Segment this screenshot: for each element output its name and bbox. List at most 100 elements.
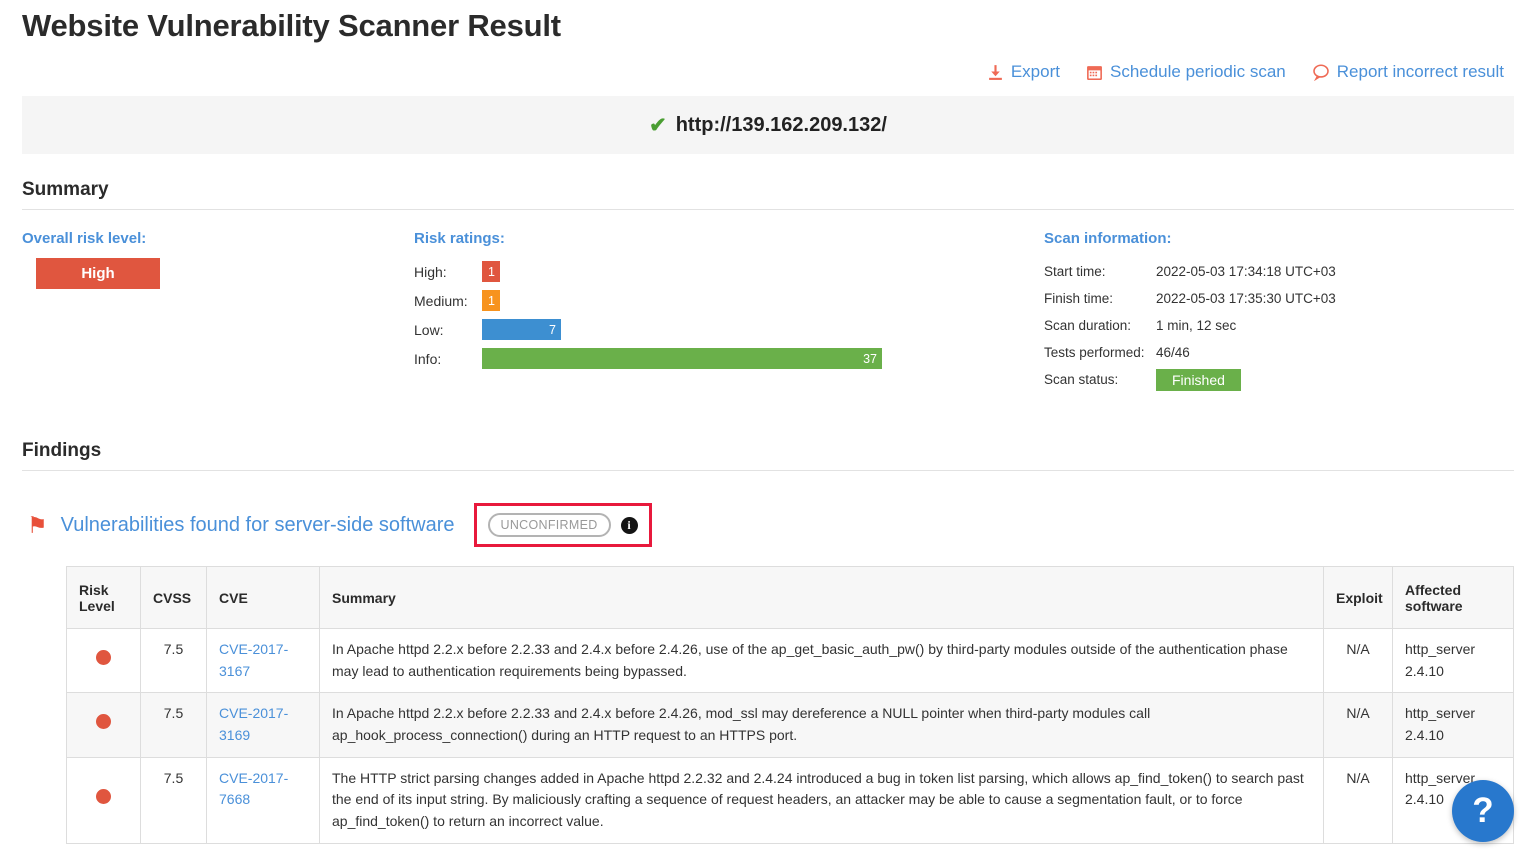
column-header-exploit: Exploit xyxy=(1324,567,1393,629)
target-url-bar: ✔ http://139.162.209.132/ xyxy=(22,96,1514,154)
cell-cve: CVE-2017-3167 xyxy=(207,629,320,693)
flag-icon: ⚑ xyxy=(27,514,48,537)
scan-row-start-time: Start time: 2022-05-03 17:34:18 UTC+03 xyxy=(1044,258,1514,285)
rating-label-medium: Medium: xyxy=(414,293,482,309)
cell-affected-software: http_server 2.4.10 xyxy=(1393,629,1514,693)
findings-table: Risk Level CVSS CVE Summary Exploit Affe… xyxy=(66,566,1514,844)
summary-grid: Overall risk level: High Risk ratings: H… xyxy=(22,230,1514,393)
rating-bar-medium: 1 xyxy=(482,290,500,311)
finding-group-header: ⚑ Vulnerabilities found for server-side … xyxy=(22,503,1514,547)
findings-divider xyxy=(22,470,1514,471)
check-icon: ✔ xyxy=(649,115,667,136)
export-button[interactable]: Export xyxy=(987,62,1060,82)
cell-risk-level xyxy=(67,629,141,693)
rating-bar-info: 37 xyxy=(482,348,882,369)
table-header-row: Risk Level CVSS CVE Summary Exploit Affe… xyxy=(67,567,1514,629)
target-url: http://139.162.209.132/ xyxy=(676,114,887,137)
findings-heading: Findings xyxy=(22,440,1514,462)
scan-information-column: Scan information: Start time: 2022-05-03… xyxy=(1044,230,1514,393)
risk-ratings-label: Risk ratings: xyxy=(414,230,1044,247)
cve-link[interactable]: CVE-2017-3167 xyxy=(219,641,288,679)
cell-cvss: 7.5 xyxy=(141,629,207,693)
scan-value-tests-performed: 46/46 xyxy=(1156,345,1190,360)
column-header-summary: Summary xyxy=(320,567,1324,629)
status-badge: Finished xyxy=(1156,369,1241,391)
schedule-periodic-scan-button[interactable]: Schedule periodic scan xyxy=(1086,62,1286,82)
report-incorrect-result-label: Report incorrect result xyxy=(1337,62,1504,82)
cell-cvss: 7.5 xyxy=(141,693,207,757)
cell-risk-level xyxy=(67,757,141,843)
scan-information-rows: Start time: 2022-05-03 17:34:18 UTC+03 F… xyxy=(1044,258,1514,393)
rating-row-info: Info: 37 xyxy=(414,345,1044,372)
scan-key-tests-performed: Tests performed: xyxy=(1044,345,1156,360)
page-container: Website Vulnerability Scanner Result Exp… xyxy=(0,8,1536,844)
overall-risk-badge: High xyxy=(36,258,160,289)
risk-ratings-column: Risk ratings: High: 1 Medium: 1 Low: 7 xyxy=(414,230,1044,374)
summary-heading: Summary xyxy=(22,179,1514,201)
comment-icon xyxy=(1312,63,1330,81)
findings-section: Findings ⚑ Vulnerabilities found for ser… xyxy=(22,440,1514,844)
report-incorrect-result-button[interactable]: Report incorrect result xyxy=(1312,62,1504,82)
scan-row-scan-duration: Scan duration: 1 min, 12 sec xyxy=(1044,312,1514,339)
cell-cve: CVE-2017-7668 xyxy=(207,757,320,843)
rating-row-medium: Medium: 1 xyxy=(414,287,1044,314)
table-row: 7.5 CVE-2017-7668 The HTTP strict parsin… xyxy=(67,757,1514,843)
cell-exploit: N/A xyxy=(1324,629,1393,693)
schedule-periodic-scan-label: Schedule periodic scan xyxy=(1110,62,1286,82)
cell-summary: In Apache httpd 2.2.x before 2.2.33 and … xyxy=(320,693,1324,757)
risk-dot-icon xyxy=(96,789,111,804)
risk-dot-icon xyxy=(96,650,111,665)
cell-risk-level xyxy=(67,693,141,757)
cell-exploit: N/A xyxy=(1324,757,1393,843)
risk-dot-icon xyxy=(96,714,111,729)
rating-bar-low: 7 xyxy=(482,319,561,340)
finding-group-title[interactable]: Vulnerabilities found for server-side so… xyxy=(61,514,455,537)
rating-label-info: Info: xyxy=(414,351,482,367)
scan-value-finish-time: 2022-05-03 17:35:30 UTC+03 xyxy=(1156,291,1336,306)
scan-key-start-time: Start time: xyxy=(1044,264,1156,279)
page-title: Website Vulnerability Scanner Result xyxy=(22,8,1514,44)
cve-link[interactable]: CVE-2017-7668 xyxy=(219,770,288,808)
summary-divider xyxy=(22,209,1514,210)
summary-section: Summary Overall risk level: High Risk ra… xyxy=(22,179,1514,393)
overall-risk-column: Overall risk level: High xyxy=(22,230,414,289)
column-header-cvss: CVSS xyxy=(141,567,207,629)
cell-summary: In Apache httpd 2.2.x before 2.2.33 and … xyxy=(320,629,1324,693)
table-row: 7.5 CVE-2017-3169 In Apache httpd 2.2.x … xyxy=(67,693,1514,757)
scan-row-scan-status: Scan status: Finished xyxy=(1044,366,1514,393)
table-row: 7.5 CVE-2017-3167 In Apache httpd 2.2.x … xyxy=(67,629,1514,693)
column-header-risk-level: Risk Level xyxy=(67,567,141,629)
help-button[interactable]: ? xyxy=(1452,780,1514,842)
scan-key-scan-duration: Scan duration: xyxy=(1044,318,1156,333)
scan-information-label: Scan information: xyxy=(1044,230,1514,247)
download-icon xyxy=(987,64,1004,81)
findings-table-head: Risk Level CVSS CVE Summary Exploit Affe… xyxy=(67,567,1514,629)
scan-value-start-time: 2022-05-03 17:34:18 UTC+03 xyxy=(1156,264,1336,279)
rating-row-high: High: 1 xyxy=(414,258,1044,285)
info-icon[interactable]: i xyxy=(621,517,638,534)
scan-row-tests-performed: Tests performed: 46/46 xyxy=(1044,339,1514,366)
cell-cvss: 7.5 xyxy=(141,757,207,843)
action-links: Export Schedule periodic scan Report inc… xyxy=(22,62,1514,82)
risk-ratings-bars: High: 1 Medium: 1 Low: 7 Info: 37 xyxy=(414,258,1044,372)
rating-row-low: Low: 7 xyxy=(414,316,1044,343)
cell-exploit: N/A xyxy=(1324,693,1393,757)
cell-affected-software: http_server 2.4.10 xyxy=(1393,693,1514,757)
scan-key-finish-time: Finish time: xyxy=(1044,291,1156,306)
column-header-cve: CVE xyxy=(207,567,320,629)
rating-label-high: High: xyxy=(414,264,482,280)
rating-label-low: Low: xyxy=(414,322,482,338)
scan-value-scan-duration: 1 min, 12 sec xyxy=(1156,318,1236,333)
rating-bar-high: 1 xyxy=(482,261,500,282)
cell-cve: CVE-2017-3169 xyxy=(207,693,320,757)
cell-summary: The HTTP strict parsing changes added in… xyxy=(320,757,1324,843)
scan-row-finish-time: Finish time: 2022-05-03 17:35:30 UTC+03 xyxy=(1044,285,1514,312)
export-label: Export xyxy=(1011,62,1060,82)
overall-risk-label: Overall risk level: xyxy=(22,230,414,247)
scan-key-scan-status: Scan status: xyxy=(1044,372,1156,387)
unconfirmed-badge: UNCONFIRMED xyxy=(488,513,611,537)
cve-link[interactable]: CVE-2017-3169 xyxy=(219,705,288,743)
findings-table-body: 7.5 CVE-2017-3167 In Apache httpd 2.2.x … xyxy=(67,629,1514,844)
calendar-icon xyxy=(1086,64,1103,81)
column-header-affected-software: Affected software xyxy=(1393,567,1514,629)
